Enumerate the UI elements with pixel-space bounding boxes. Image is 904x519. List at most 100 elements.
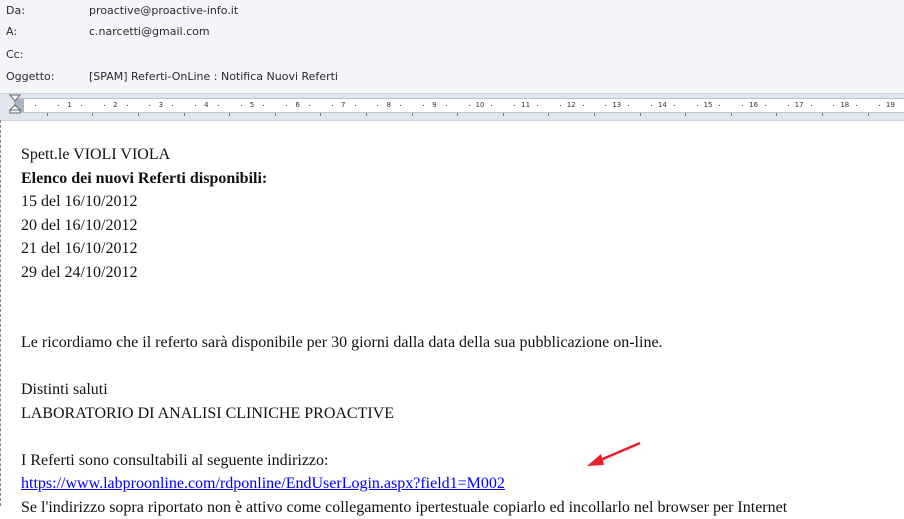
ruler-dot	[149, 105, 150, 106]
ruler-dot	[309, 105, 310, 106]
ruler-dot	[560, 105, 561, 106]
ruler-dot	[355, 105, 356, 106]
signature: LABORATORIO DI ANALISI CLINICHE PROACTIV…	[21, 402, 901, 426]
ruler-number: 11	[521, 99, 530, 112]
ruler-dot	[195, 105, 196, 106]
ruler-number: 14	[658, 99, 667, 112]
ruler-number: 18	[840, 99, 849, 112]
ruler-dot	[400, 105, 401, 106]
ruler-dot	[719, 105, 720, 106]
list-item: 21 del 16/10/2012	[21, 237, 901, 261]
ruler-half-tick	[640, 113, 641, 116]
ruler-half-tick	[685, 113, 686, 116]
email-header: Da: proactive@proactive-info.it A: c.nar…	[0, 0, 904, 94]
ruler-dot	[833, 105, 834, 106]
spacer	[21, 355, 901, 379]
ruler-dot	[423, 105, 424, 106]
to-label: A:	[6, 23, 17, 41]
ruler-dot	[856, 105, 857, 106]
list-item: 29 del 24/10/2012	[21, 261, 901, 285]
ruler-dot	[879, 105, 880, 106]
ruler-dot	[127, 105, 128, 106]
ruler-half-tick	[776, 113, 777, 116]
ruler-number: 1	[67, 99, 71, 112]
subject-row: Oggetto: [SPAM] Referti-OnLine : Notific…	[0, 68, 904, 86]
from-label: Da:	[6, 2, 25, 20]
ruler-dot	[583, 105, 584, 106]
ruler-dot	[218, 105, 219, 106]
ruler-dot	[514, 105, 515, 106]
ruler-number: 8	[387, 99, 391, 112]
greeting: Spett.le VIOLI VIOLA	[21, 143, 901, 167]
ruler-number: 7	[341, 99, 345, 112]
link-intro: I Referti sono consultabili al seguente …	[21, 449, 901, 473]
ruler-dot	[377, 105, 378, 106]
message-body: Spett.le VIOLI VIOLA Elenco dei nuovi Re…	[21, 143, 901, 519]
from-row: Da: proactive@proactive-info.it	[0, 2, 904, 20]
horizontal-ruler[interactable]: 12345678910111213141516171819	[0, 94, 904, 121]
ruler-number: 19	[886, 99, 895, 112]
to-value[interactable]: c.narcetti@gmail.com	[89, 23, 210, 41]
ruler-number: 12	[567, 99, 576, 112]
ruler-half-tick	[594, 113, 595, 116]
ruler-dot	[241, 105, 242, 106]
ruler-number: 6	[295, 99, 299, 112]
cc-row: Cc:	[0, 46, 904, 64]
ruler-dot	[332, 105, 333, 106]
ruler-number: 15	[704, 99, 713, 112]
availability-notice: Le ricordiamo che il referto sarà dispon…	[21, 331, 901, 355]
ruler-dot	[35, 105, 36, 106]
ruler-half-tick	[868, 113, 869, 116]
ruler-dot	[605, 105, 606, 106]
ruler-number: 3	[159, 99, 163, 112]
ruler-number: 10	[476, 99, 485, 112]
ruler-dot	[628, 105, 629, 106]
ruler-dot	[286, 105, 287, 106]
indent-marker-icon[interactable]	[9, 94, 21, 114]
ruler-half-tick	[92, 113, 93, 116]
ruler-half-tick	[138, 113, 139, 116]
ruler-dot	[537, 105, 538, 106]
ruler-dot	[263, 105, 264, 106]
ruler-half-tick	[822, 113, 823, 116]
ruler-number: 17	[795, 99, 804, 112]
cc-label: Cc:	[6, 46, 23, 64]
ruler-number: 4	[204, 99, 208, 112]
spacer	[21, 425, 901, 449]
closing: Distinti saluti	[21, 378, 901, 402]
ruler-half-tick	[548, 113, 549, 116]
ruler-half-tick	[731, 113, 732, 116]
ruler-dot	[446, 105, 447, 106]
ruler-dot	[674, 105, 675, 106]
to-row: A: c.narcetti@gmail.com	[0, 23, 904, 41]
spacer	[21, 308, 901, 332]
ruler-half-tick	[412, 113, 413, 116]
list-title: Elenco dei nuovi Referti disponibili:	[21, 167, 901, 191]
ruler-number: 5	[250, 99, 254, 112]
ruler-number: 16	[749, 99, 758, 112]
ruler-dot	[811, 105, 812, 106]
ruler-dot	[58, 105, 59, 106]
spacer	[21, 284, 901, 308]
ruler-dot	[697, 105, 698, 106]
from-value[interactable]: proactive@proactive-info.it	[89, 2, 238, 20]
list-item: 15 del 16/10/2012	[21, 190, 901, 214]
ruler-half-tick	[184, 113, 185, 116]
ruler-dot	[172, 105, 173, 106]
ruler-half-tick	[275, 113, 276, 116]
left-margin-guide	[0, 120, 2, 506]
ruler-dot	[765, 105, 766, 106]
subject-value: [SPAM] Referti-OnLine : Notifica Nuovi R…	[89, 68, 338, 86]
ruler-number: 2	[113, 99, 117, 112]
ruler-dot	[742, 105, 743, 106]
ruler-half-tick	[503, 113, 504, 116]
ruler-number: 13	[612, 99, 621, 112]
ruler-dot	[104, 105, 105, 106]
report-link[interactable]: https://www.labproonline.com/rdponline/E…	[21, 475, 505, 492]
ruler-half-tick	[229, 113, 230, 116]
ruler-half-tick	[366, 113, 367, 116]
subject-label: Oggetto:	[6, 68, 54, 86]
red-arrow-icon	[584, 440, 644, 470]
ruler-dot	[469, 105, 470, 106]
ruler-half-tick	[47, 113, 48, 116]
